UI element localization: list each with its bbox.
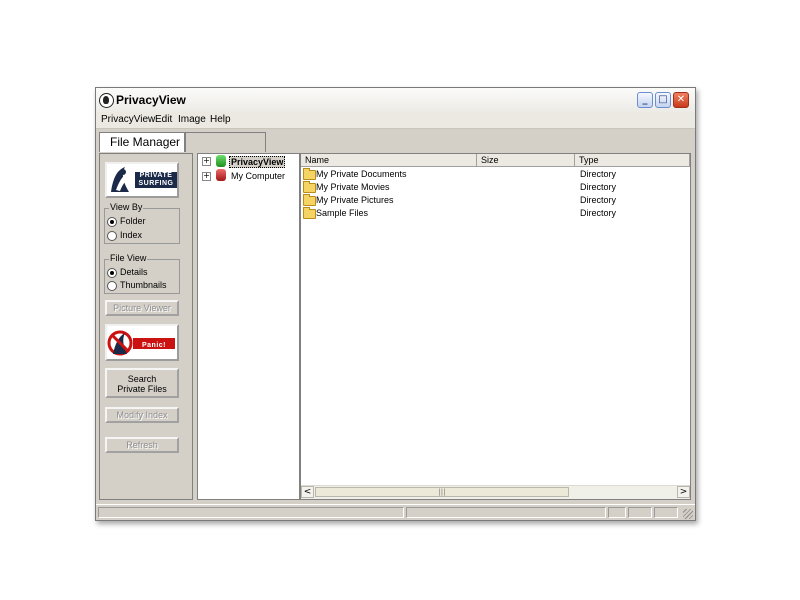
app-window: PrivacyView _ □ ✕ PrivacyView Edit Image… xyxy=(95,87,696,521)
thumbnails-radio[interactable] xyxy=(107,280,117,291)
status-panel-main xyxy=(98,507,404,518)
thumbnails-radio-label: Thumbnails xyxy=(120,280,167,290)
app-logo-icon xyxy=(99,93,114,108)
refresh-button[interactable]: Refresh xyxy=(105,437,179,453)
row-type: Directory xyxy=(580,195,617,205)
title-bar[interactable]: PrivacyView _ □ ✕ xyxy=(96,88,695,113)
folder-tree: + PrivacyView + My Computer xyxy=(197,153,300,500)
search-button-line2: Private Files xyxy=(117,384,167,394)
folder-icon xyxy=(303,194,316,206)
close-button[interactable]: ✕ xyxy=(673,92,689,108)
scroll-thumb[interactable]: ||| xyxy=(315,487,569,497)
picture-viewer-button[interactable]: Picture Viewer xyxy=(105,300,179,316)
status-panel-secondary xyxy=(406,507,606,518)
details-radio[interactable] xyxy=(107,267,117,278)
row-name: My Private Movies xyxy=(316,182,390,192)
panic-button[interactable]: Panic! xyxy=(105,324,179,361)
view-by-title: View By xyxy=(109,202,144,212)
file-list: Name Size Type My Private Documents Dire… xyxy=(300,153,691,500)
list-row[interactable]: My Private Documents Directory xyxy=(301,168,690,181)
panic-label: Panic! xyxy=(141,342,166,349)
left-panel: PRIVATE SURFING View By Folder Index Fil… xyxy=(99,153,193,500)
details-radio-label: Details xyxy=(120,267,148,277)
folder-icon xyxy=(303,207,316,219)
row-type: Directory xyxy=(580,169,617,179)
index-radio-label: Index xyxy=(120,230,143,240)
menu-image[interactable]: Image xyxy=(178,114,206,125)
database-red-icon xyxy=(216,169,226,181)
tab-secondary[interactable] xyxy=(185,132,266,152)
tree-item-privacyview[interactable]: PrivacyView xyxy=(229,156,286,168)
menu-bar: PrivacyView Edit Image Help xyxy=(96,112,695,129)
index-radio[interactable] xyxy=(107,230,117,241)
list-row[interactable]: My Private Pictures Directory xyxy=(301,194,690,207)
tree-expander-my-computer[interactable]: + xyxy=(202,172,211,181)
column-header-size[interactable]: Size xyxy=(477,154,575,167)
tree-item-my-computer[interactable]: My Computer xyxy=(231,171,285,181)
file-view-group: File View Details Thumbnails xyxy=(104,253,180,294)
folder-icon xyxy=(303,168,316,180)
search-button-line1: Search xyxy=(127,374,157,384)
maximize-button[interactable]: □ xyxy=(655,92,671,108)
view-by-index-option[interactable]: Index xyxy=(107,230,142,241)
file-view-details-option[interactable]: Details xyxy=(107,267,148,278)
row-name: Sample Files xyxy=(316,208,369,218)
row-type: Directory xyxy=(580,208,617,218)
list-row[interactable]: My Private Movies Directory xyxy=(301,181,690,194)
folder-radio-label: Folder xyxy=(120,216,146,226)
search-private-files-button[interactable]: Search Private Files xyxy=(105,368,179,398)
scroll-right-button[interactable]: > xyxy=(677,486,690,498)
scroll-left-button[interactable]: < xyxy=(301,486,314,498)
resize-grip-icon[interactable] xyxy=(683,509,693,519)
folder-icon xyxy=(303,181,316,193)
modify-index-button[interactable]: Modify Index xyxy=(105,407,179,423)
view-by-folder-option[interactable]: Folder xyxy=(107,216,146,227)
private-surfing-label: PRIVATE SURFING xyxy=(135,172,177,188)
menu-privacyview[interactable]: PrivacyView xyxy=(101,114,155,125)
column-header-type[interactable]: Type xyxy=(575,154,690,167)
row-name: My Private Pictures xyxy=(316,195,394,205)
file-view-thumbnails-option[interactable]: Thumbnails xyxy=(107,280,167,291)
row-name: My Private Documents xyxy=(316,169,407,179)
menu-help[interactable]: Help xyxy=(210,114,231,125)
column-header-name[interactable]: Name xyxy=(301,154,477,167)
list-row[interactable]: Sample Files Directory xyxy=(301,207,690,220)
tab-file-manager[interactable]: File Manager xyxy=(99,132,185,152)
private-surfing-button[interactable]: PRIVATE SURFING xyxy=(105,162,179,198)
status-panel-small-3 xyxy=(654,507,678,518)
tree-expander-privacyview[interactable]: + xyxy=(202,157,211,166)
folder-radio[interactable] xyxy=(107,216,117,227)
window-title: PrivacyView xyxy=(116,93,186,107)
view-by-group: View By Folder Index xyxy=(104,202,180,244)
tab-strip: File Manager xyxy=(96,129,695,152)
row-type: Directory xyxy=(580,182,617,192)
status-panel-small-1 xyxy=(608,507,626,518)
status-bar xyxy=(96,504,695,520)
file-view-title: File View xyxy=(109,253,148,263)
database-green-icon xyxy=(216,155,226,167)
menu-edit[interactable]: Edit xyxy=(155,114,172,125)
status-panel-small-2 xyxy=(628,507,652,518)
horizontal-scrollbar[interactable]: < ||| > xyxy=(301,485,690,499)
minimize-button[interactable]: _ xyxy=(637,92,653,108)
